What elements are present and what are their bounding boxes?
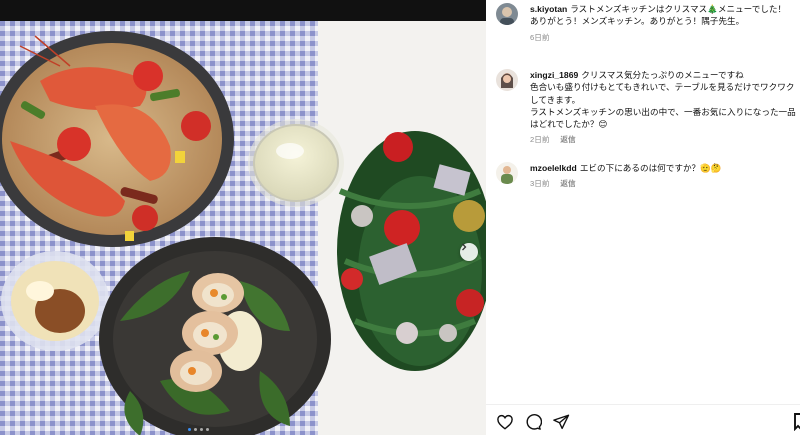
comment-item: s.kiyotan ラストメンズキッチンはクリスマス🎄メニューでした！ ありがとう… (496, 3, 796, 44)
carousel-indicator (188, 428, 209, 431)
avatar[interactable] (496, 162, 518, 184)
chevron-right-icon (462, 243, 467, 251)
food-photo (0, 21, 486, 435)
comment-time[interactable]: 6日前 (530, 32, 549, 44)
carousel-dot (194, 428, 197, 431)
comment-text: エビの下にあるのは何ですか？🫡🤔 (579, 163, 722, 173)
carousel-dot (206, 428, 209, 431)
comment-username[interactable]: xingzi_1869 (530, 70, 578, 80)
comment-time[interactable]: 3日前 (530, 178, 549, 190)
post-image[interactable] (0, 21, 486, 435)
carousel-dot (188, 428, 191, 431)
post-actions (496, 413, 570, 431)
avatar[interactable] (496, 3, 518, 25)
send-icon[interactable] (552, 413, 570, 431)
bookmark-icon[interactable] (794, 413, 800, 431)
comment-username[interactable]: mzoelelkdd (530, 163, 577, 173)
comment-time[interactable]: 2日前 (530, 134, 549, 146)
comment-item: mzoelelkdd エビの下にあるのは何ですか？🫡🤔 3日前 返信 (496, 162, 796, 191)
reply-button[interactable]: 返信 (560, 178, 575, 190)
divider (486, 404, 800, 405)
comment-icon[interactable] (524, 413, 542, 431)
carousel-dot (200, 428, 203, 431)
comment-username[interactable]: s.kiyotan (530, 4, 567, 14)
heart-icon[interactable] (496, 413, 514, 431)
comments-panel: s.kiyotan ラストメンズキッチンはクリスマス🎄メニューでした！ ありがとう… (486, 0, 800, 435)
carousel-next-button[interactable] (460, 243, 478, 261)
reply-button[interactable]: 返信 (560, 134, 575, 146)
avatar[interactable] (496, 69, 518, 91)
comment-text: ラストメンズキッチンはクリスマス🎄メニューでした！ ありがとう！メンズキッチン。… (530, 4, 787, 27)
comment-item: xingzi_1869 クリスマス気分たっぷりのメニューですね 色合いも盛り付けも… (496, 69, 796, 147)
